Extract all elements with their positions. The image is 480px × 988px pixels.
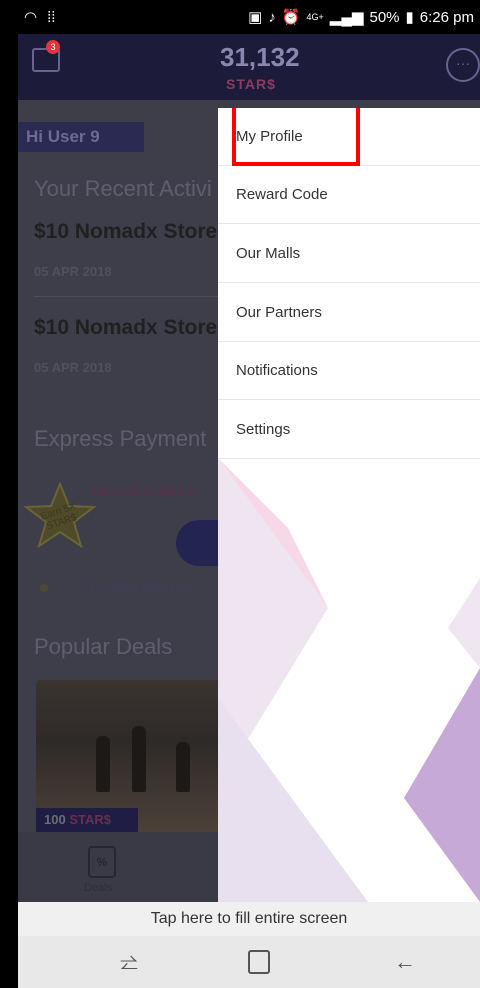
photo-icon: ▣ bbox=[248, 9, 263, 26]
activity-date: 05 APR 2018 bbox=[34, 360, 112, 375]
alarm-icon: ⏰ bbox=[281, 9, 301, 26]
activity-date: 05 APR 2018 bbox=[34, 264, 112, 279]
popular-deals-title: Popular Deals bbox=[34, 634, 173, 659]
side-drawer: My Profile Reward Code Our Malls Our Par… bbox=[218, 108, 480, 902]
stars-unit: STAR$ bbox=[226, 76, 276, 92]
signal-icon: ▂▄▆ bbox=[329, 9, 364, 26]
menu-our-malls[interactable]: Our Malls bbox=[218, 225, 480, 283]
activity-title[interactable]: $10 Nomadx Store bbox=[34, 316, 217, 340]
activity-title[interactable]: $10 Nomadx Store bbox=[34, 220, 217, 244]
back-icon[interactable]: ← bbox=[390, 948, 420, 976]
menu-reward-code[interactable]: Reward Code bbox=[218, 166, 480, 224]
battery-percent: 50% bbox=[369, 8, 400, 26]
app-screen: 3 31,132 STAR$ ··· Hi User 9 Your Recent… bbox=[18, 34, 480, 902]
clock: 6:26 pm bbox=[419, 8, 474, 26]
grid-dots-icon: ⁞⁞ bbox=[47, 8, 56, 26]
wifi-icon: ◠ bbox=[24, 9, 38, 26]
bullet-icon bbox=[40, 584, 48, 592]
express-payment-title: Express Payment bbox=[34, 426, 207, 451]
menu-settings[interactable]: Settings bbox=[218, 401, 480, 459]
menu-our-partners[interactable]: Our Partners bbox=[218, 284, 480, 342]
earn-text: Earn 5X STAR$ fo bbox=[92, 484, 198, 499]
status-bar: ◠ ⁞⁞ ▣ ♪ ⏰ 4G+ ▂▄▆ 50% ▮ 6:26 pm bbox=[18, 0, 480, 34]
stars-balance: 31,132 bbox=[220, 42, 300, 72]
highlight-box bbox=[232, 108, 360, 166]
system-nav-bar: ⥨ ← bbox=[18, 936, 480, 988]
menu-notifications[interactable]: Notifications bbox=[218, 342, 480, 400]
chat-icon[interactable]: ··· bbox=[446, 48, 480, 82]
divider bbox=[34, 296, 234, 297]
recent-activity-title: Your Recent Activi bbox=[34, 176, 212, 201]
drawer-background-graphic bbox=[218, 458, 480, 902]
coming-soon-text: Coming soon on bbox=[90, 580, 193, 595]
deals-icon[interactable]: % bbox=[88, 846, 116, 878]
deal-stars-unit: STAR$ bbox=[69, 812, 111, 827]
recent-apps-icon[interactable]: ⥨ bbox=[114, 948, 144, 976]
earn-star-badge: Earn 5X STAR$ bbox=[23, 481, 97, 549]
greeting-tag: Hi User 9 bbox=[18, 122, 144, 152]
deal-stars-label: 100 STAR$ bbox=[36, 808, 138, 832]
notification-badge: 3 bbox=[46, 40, 60, 54]
network-label: 4G+ bbox=[306, 12, 324, 22]
mute-icon: ♪ bbox=[268, 8, 276, 26]
battery-icon: ▮ bbox=[405, 9, 414, 26]
deal-stars-value: 100 bbox=[44, 812, 66, 827]
bottom-tab-bar: % Deals bbox=[18, 832, 218, 902]
app-header: 3 31,132 STAR$ ··· bbox=[18, 34, 480, 100]
home-icon[interactable] bbox=[248, 950, 270, 974]
tab-deals[interactable]: Deals bbox=[84, 882, 112, 894]
fill-screen-prompt[interactable]: Tap here to fill entire screen bbox=[18, 902, 480, 936]
